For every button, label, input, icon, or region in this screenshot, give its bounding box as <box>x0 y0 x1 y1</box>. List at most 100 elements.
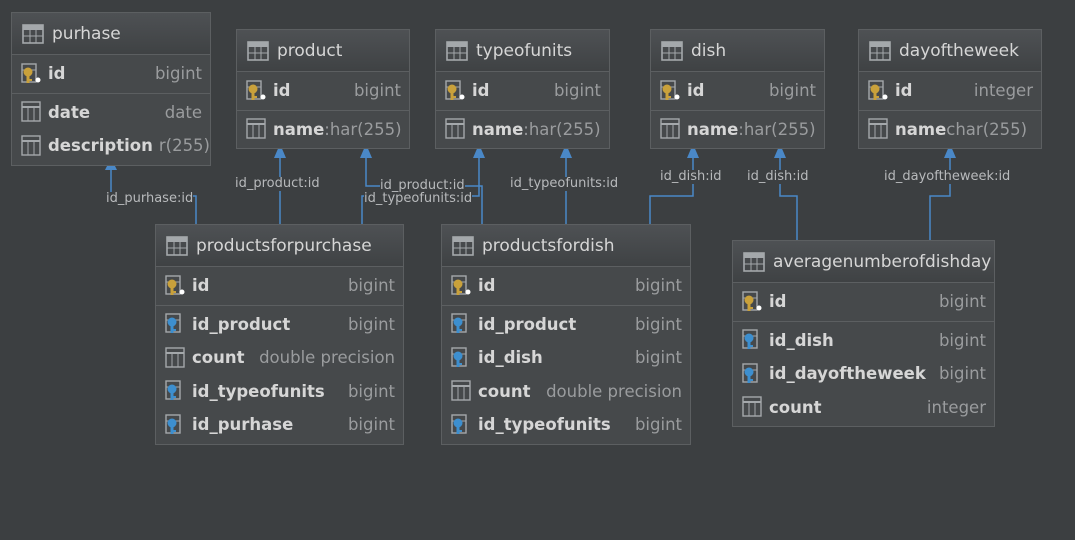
column-type: bigint <box>634 314 682 334</box>
column-name: count <box>478 381 531 401</box>
column-row[interactable]: count double precision <box>442 375 690 409</box>
table-title: purhase <box>52 23 121 44</box>
column-row[interactable]: name :har(255) <box>436 113 609 147</box>
edge-dish-b <box>779 147 798 241</box>
column-name: id <box>472 81 490 101</box>
table-productsforpurchase[interactable]: productsforpurchase id bigint id_product… <box>155 224 404 445</box>
column-name: name <box>273 119 325 139</box>
column-row[interactable]: count integer <box>733 391 994 425</box>
table-header[interactable]: productsfordish <box>442 225 690 267</box>
table-dayoftheweek[interactable]: dayoftheweek id integer name char(255) <box>858 29 1042 149</box>
table-header[interactable]: product <box>237 30 409 72</box>
column-type: double precision <box>546 381 682 401</box>
table-title: product <box>277 40 343 61</box>
column-type: bigint <box>154 64 202 84</box>
column-type: bigint <box>353 81 401 101</box>
column-row[interactable]: id_dish bigint <box>733 324 994 358</box>
column-row[interactable]: id bigint <box>442 269 690 303</box>
table-typeofunits[interactable]: typeofunits id bigint name :har(255) <box>435 29 610 149</box>
column-icon <box>165 347 185 368</box>
column-row[interactable]: id_product bigint <box>156 308 403 342</box>
column-name: name <box>895 119 947 139</box>
column-row[interactable]: id bigint <box>156 269 403 303</box>
column-name: id_dish <box>769 330 834 350</box>
primary-key-icon <box>246 80 266 100</box>
table-title: productsforpurchase <box>196 235 372 256</box>
edge-label-purhase: id_purhase:id <box>106 191 194 206</box>
table-header[interactable]: averagenumberofdishday <box>733 241 994 283</box>
column-name: name <box>472 119 524 139</box>
table-header[interactable]: purhase <box>12 13 210 55</box>
table-dish[interactable]: dish id bigint name :har(255) <box>650 29 825 149</box>
table-icon <box>446 40 468 61</box>
primary-key-icon <box>21 63 41 83</box>
column-icon <box>742 396 762 417</box>
table-header[interactable]: productsforpurchase <box>156 225 403 267</box>
column-row[interactable]: id bigint <box>12 57 210 91</box>
foreign-key-icon <box>742 329 758 350</box>
column-name: id_product <box>192 314 291 334</box>
column-type: bigint <box>938 292 986 312</box>
table-productsfordish[interactable]: productsfordish id bigint id_product big… <box>441 224 691 445</box>
column-row[interactable]: id_product bigint <box>442 308 690 342</box>
column-row[interactable]: id_dish bigint <box>442 341 690 375</box>
column-row[interactable]: name :har(255) <box>651 113 824 147</box>
column-row[interactable]: name :har(255) <box>237 113 409 147</box>
foreign-key-icon <box>165 313 181 334</box>
column-type: bigint <box>347 276 395 296</box>
column-icon <box>246 118 266 139</box>
table-icon <box>452 235 474 256</box>
primary-key-icon <box>445 80 465 100</box>
column-row[interactable]: id bigint <box>436 74 609 108</box>
edge-dayoftheweek <box>929 147 951 241</box>
column-row[interactable]: id_typeofunits bigint <box>442 408 690 442</box>
table-header[interactable]: typeofunits <box>436 30 609 72</box>
column-name: id <box>687 81 705 101</box>
column-type: char(255) <box>946 119 1028 139</box>
column-row[interactable]: description r(255) <box>12 129 210 163</box>
column-row[interactable]: count double precision <box>156 341 403 375</box>
column-type: bigint <box>938 364 986 384</box>
column-name: id <box>769 292 787 312</box>
table-header[interactable]: dish <box>651 30 824 72</box>
column-type: r(255) <box>158 136 210 156</box>
column-type: :har(255) <box>738 119 816 139</box>
column-type: :har(255) <box>523 119 601 139</box>
column-row[interactable]: id_dayoftheweek bigint <box>733 357 994 391</box>
table-averagenumberofdishday[interactable]: averagenumberofdishday id bigint id_dish… <box>732 240 995 427</box>
primary-key-icon <box>165 275 185 295</box>
column-icon <box>445 118 465 139</box>
column-type: bigint <box>634 348 682 368</box>
column-row[interactable]: id integer <box>859 74 1041 108</box>
table-product[interactable]: product id bigint name :har(255) <box>236 29 410 149</box>
column-type: integer <box>926 397 986 417</box>
column-row[interactable]: id bigint <box>651 74 824 108</box>
column-name: id_product <box>478 314 577 334</box>
column-icon <box>660 118 680 139</box>
foreign-key-icon <box>165 380 181 401</box>
table-title: dayoftheweek <box>899 40 1019 61</box>
table-icon <box>743 251 765 272</box>
column-row[interactable]: id_purhase bigint <box>156 408 403 442</box>
table-purhase[interactable]: purhase id bigint date date description … <box>11 12 211 166</box>
column-icon <box>21 135 41 156</box>
column-row[interactable]: id bigint <box>733 285 994 319</box>
column-name: id_dayoftheweek <box>769 364 926 384</box>
table-icon <box>166 235 188 256</box>
column-row[interactable]: id_typeofunits bigint <box>156 375 403 409</box>
column-type: date <box>164 102 202 122</box>
column-type: bigint <box>553 81 601 101</box>
column-name: id_typeofunits <box>478 415 611 435</box>
edge-dish-a <box>649 147 694 225</box>
column-row[interactable]: id bigint <box>237 74 409 108</box>
column-name: name <box>687 119 739 139</box>
column-row[interactable]: date date <box>12 96 210 130</box>
column-icon <box>868 118 888 139</box>
column-name: description <box>48 136 153 156</box>
table-icon <box>22 23 44 44</box>
column-row[interactable]: name char(255) <box>859 113 1041 147</box>
table-header[interactable]: dayoftheweek <box>859 30 1041 72</box>
table-icon <box>869 40 891 61</box>
column-type: bigint <box>938 330 986 350</box>
primary-key-icon <box>868 80 888 100</box>
